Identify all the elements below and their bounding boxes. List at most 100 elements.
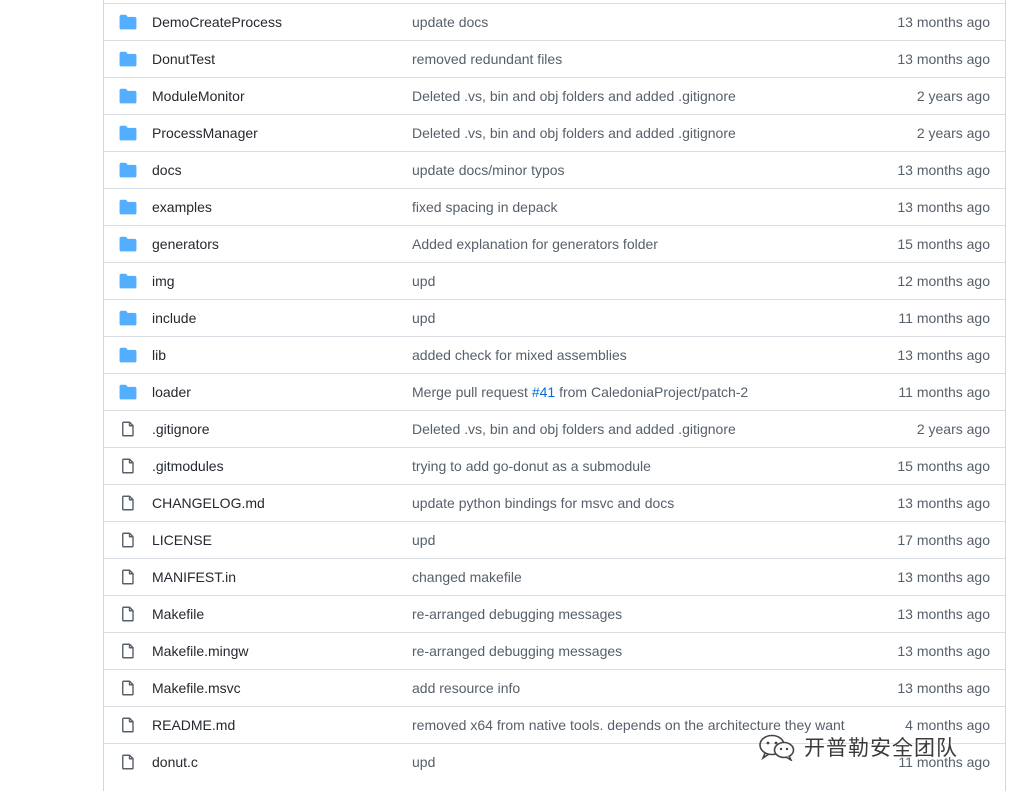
file-table: DemoCreateProcess update docs 13 months ag… [103,0,1006,791]
commit-age[interactable]: 13 months ago [897,347,990,364]
commit-message-link[interactable]: changed makefile [412,569,522,586]
commit-message-link[interactable]: Merge pull request #41 from CaledoniaPro… [412,384,748,401]
folder-icon [119,125,137,141]
table-row[interactable]: lib added check for mixed assemblies 13 mo… [104,336,1005,373]
file-name-link[interactable]: MANIFEST.in [152,569,236,586]
commit-message-link[interactable]: upd [412,310,435,327]
commit-message-link[interactable]: add resource info [412,680,520,697]
table-row[interactable]: DonutTest removed redundant files 13 month… [104,40,1005,77]
table-row[interactable]: LICENSE upd 17 months ago [104,521,1005,558]
file-name-link[interactable]: Makefile.mingw [152,643,248,660]
commit-message-link[interactable]: added check for mixed assemblies [412,347,627,364]
folder-name-link[interactable]: ModuleMonitor [152,88,245,105]
commit-age[interactable]: 13 months ago [897,680,990,697]
folder-name-link[interactable]: loader [152,384,191,401]
commit-age[interactable]: 2 years ago [917,421,990,438]
file-name-link[interactable]: README.md [152,717,235,734]
commit-message-link[interactable]: upd [412,532,435,549]
folder-icon [119,310,137,326]
table-row[interactable]: MANIFEST.in changed makefile 13 months ago [104,558,1005,595]
commit-age[interactable]: 11 months ago [898,310,990,327]
folder-icon [119,51,137,67]
table-row[interactable]: examples fixed spacing in depack 13 months… [104,188,1005,225]
commit-age[interactable]: 15 months ago [897,458,990,475]
table-row[interactable]: img upd 12 months ago [104,262,1005,299]
commit-age[interactable]: 2 years ago [917,88,990,105]
commit-message-link[interactable]: update python bindings for msvc and docs [412,495,674,512]
folder-name-link[interactable]: ProcessManager [152,125,258,142]
table-row[interactable]: generators Added explanation for generato… [104,225,1005,262]
commit-message-link[interactable]: update docs [412,14,488,31]
file-list: DemoCreateProcess update docs 13 months ag… [104,3,1005,780]
table-row[interactable]: CHANGELOG.md update python bindings for m… [104,484,1005,521]
commit-age[interactable]: 11 months ago [898,754,990,771]
file-icon [119,458,137,474]
folder-icon [119,236,137,252]
commit-message-link[interactable]: removed x64 from native tools. depends o… [412,717,845,734]
commit-age[interactable]: 13 months ago [897,495,990,512]
folder-name-link[interactable]: DemoCreateProcess [152,14,282,31]
folder-icon [119,162,137,178]
file-name-link[interactable]: Makefile [152,606,204,623]
commit-message-link[interactable]: re-arranged debugging messages [412,643,622,660]
commit-message-link[interactable]: Deleted .vs, bin and obj folders and add… [412,421,736,438]
commit-age[interactable]: 13 months ago [897,162,990,179]
file-name-link[interactable]: CHANGELOG.md [152,495,265,512]
file-icon [119,495,137,511]
table-row[interactable]: README.md removed x64 from native tools. … [104,706,1005,743]
commit-age[interactable]: 13 months ago [897,569,990,586]
folder-name-link[interactable]: include [152,310,196,327]
commit-message-suffix[interactable]: from CaledoniaProject/patch-2 [555,384,748,400]
folder-name-link[interactable]: img [152,273,175,290]
folder-name-link[interactable]: generators [152,236,219,253]
commit-message-link[interactable]: re-arranged debugging messages [412,606,622,623]
file-name-link[interactable]: .gitmodules [152,458,224,475]
table-row[interactable]: include upd 11 months ago [104,299,1005,336]
pull-request-link[interactable]: #41 [532,384,555,400]
table-row[interactable]: .gitmodules trying to add go-donut as a s… [104,447,1005,484]
commit-message-link[interactable]: Deleted .vs, bin and obj folders and add… [412,88,736,105]
table-row[interactable]: ModuleMonitor Deleted .vs, bin and obj fo… [104,77,1005,114]
commit-message-link[interactable]: fixed spacing in depack [412,199,558,216]
commit-age[interactable]: 4 months ago [905,717,990,734]
table-row[interactable]: ProcessManager Deleted .vs, bin and obj f… [104,114,1005,151]
table-row[interactable]: DemoCreateProcess update docs 13 months ag… [104,3,1005,40]
commit-message-prefix[interactable]: Merge pull request [412,384,532,400]
table-row[interactable]: docs update docs/minor typos 13 months ago [104,151,1005,188]
commit-age[interactable]: 13 months ago [897,51,990,68]
table-row[interactable]: Makefile re-arranged debugging messages 13… [104,595,1005,632]
commit-age[interactable]: 15 months ago [897,236,990,253]
file-icon [119,569,137,585]
commit-age[interactable]: 11 months ago [898,384,990,401]
table-row[interactable]: loader Merge pull request #41 from Caledo… [104,373,1005,410]
file-name-link[interactable]: LICENSE [152,532,212,549]
commit-age[interactable]: 17 months ago [897,532,990,549]
file-name-link[interactable]: .gitignore [152,421,210,438]
file-icon [119,606,137,622]
table-row[interactable]: donut.c upd 11 months ago [104,743,1005,780]
file-name-link[interactable]: donut.c [152,754,198,771]
folder-name-link[interactable]: lib [152,347,166,364]
table-row[interactable]: Makefile.msvc add resource info 13 months … [104,669,1005,706]
table-row[interactable]: Makefile.mingw re-arranged debugging mess… [104,632,1005,669]
commit-age[interactable]: 13 months ago [897,14,990,31]
folder-name-link[interactable]: DonutTest [152,51,215,68]
commit-message-link[interactable]: upd [412,754,435,771]
commit-message-link[interactable]: trying to add go-donut as a submodule [412,458,651,475]
commit-message-link[interactable]: update docs/minor typos [412,162,565,179]
table-row[interactable]: .gitignore Deleted .vs, bin and obj folde… [104,410,1005,447]
commit-age[interactable]: 2 years ago [917,125,990,142]
folder-icon [119,88,137,104]
file-icon [119,680,137,696]
commit-age[interactable]: 13 months ago [897,643,990,660]
commit-age[interactable]: 13 months ago [897,199,990,216]
commit-message-link[interactable]: Deleted .vs, bin and obj folders and add… [412,125,736,142]
commit-age[interactable]: 12 months ago [897,273,990,290]
file-name-link[interactable]: Makefile.msvc [152,680,241,697]
commit-message-link[interactable]: removed redundant files [412,51,562,68]
commit-message-link[interactable]: Added explanation for generators folder [412,236,658,253]
folder-name-link[interactable]: docs [152,162,182,179]
folder-name-link[interactable]: examples [152,199,212,216]
commit-message-link[interactable]: upd [412,273,435,290]
commit-age[interactable]: 13 months ago [897,606,990,623]
